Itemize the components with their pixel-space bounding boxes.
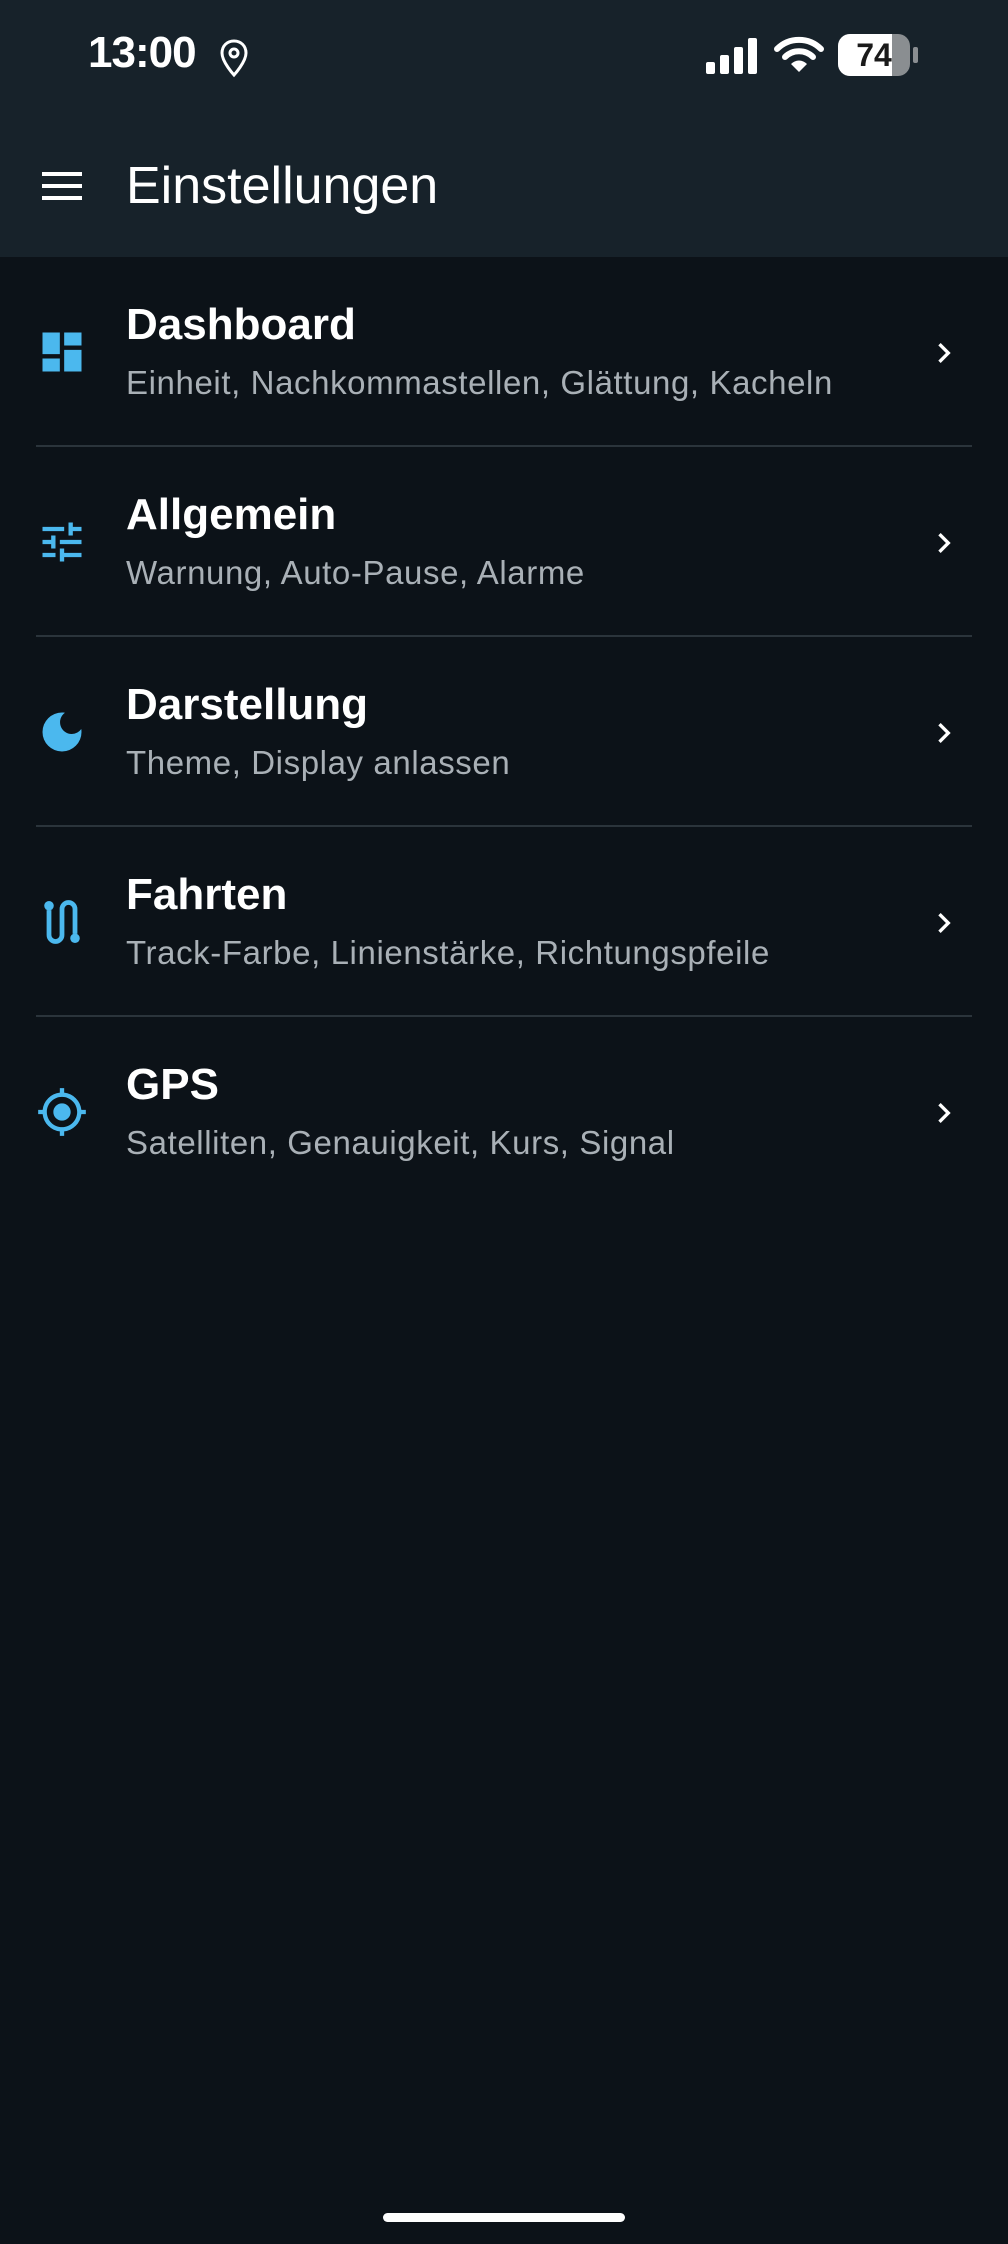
tune-sliders-icon — [42, 522, 82, 562]
settings-item-title: Allgemein — [126, 490, 337, 539]
cellular-signal-icon — [706, 38, 757, 74]
settings-item-dashboard[interactable]: Dashboard Einheit, Nachkommastellen, Glä… — [0, 257, 1008, 447]
battery-icon: 74 — [838, 34, 920, 76]
settings-item-fahrten[interactable]: Fahrten Track-Farbe, Linienstärke, Richt… — [0, 827, 1008, 1017]
home-indicator[interactable] — [383, 2213, 625, 2222]
settings-item-title: Dashboard — [126, 300, 356, 349]
settings-item-darstellung[interactable]: Darstellung Theme, Display anlassen — [0, 637, 1008, 827]
settings-list: Dashboard Einheit, Nachkommastellen, Glä… — [0, 257, 1008, 1207]
wifi-icon — [774, 36, 824, 72]
settings-item-subtitle: Warnung, Auto-Pause, Alarme — [126, 554, 585, 591]
battery-level: 74 — [856, 37, 892, 73]
status-bar: 13:00 74 — [0, 0, 1008, 114]
gps-fixed-icon — [38, 1088, 86, 1136]
page-title: Einstellungen — [126, 157, 439, 215]
status-time: 13:00 — [88, 28, 197, 77]
settings-item-subtitle: Satelliten, Genauigkeit, Kurs, Signal — [126, 1124, 675, 1161]
settings-item-title: GPS — [126, 1060, 219, 1109]
chevron-right-icon — [938, 1103, 951, 1123]
settings-item-gps[interactable]: GPS Satelliten, Genauigkeit, Kurs, Signa… — [0, 1017, 1008, 1207]
chevron-right-icon — [938, 533, 951, 553]
menu-icon[interactable] — [40, 166, 86, 206]
settings-item-subtitle: Einheit, Nachkommastellen, Glättung, Kac… — [126, 364, 833, 401]
settings-item-subtitle: Theme, Display anlassen — [126, 744, 511, 781]
chevron-right-icon — [938, 723, 951, 743]
settings-item-allgemein[interactable]: Allgemein Warnung, Auto-Pause, Alarme — [0, 447, 1008, 637]
moon-icon — [42, 712, 82, 752]
settings-item-subtitle: Track-Farbe, Linienstärke, Richtungspfei… — [126, 934, 770, 971]
dashboard-icon — [42, 332, 82, 372]
header-area: 13:00 74 Einstellungen — [0, 0, 1008, 257]
chevron-right-icon — [938, 343, 951, 363]
route-icon — [44, 900, 80, 944]
location-pin-icon — [220, 39, 248, 78]
settings-item-title: Darstellung — [126, 680, 369, 729]
settings-item-title: Fahrten — [126, 870, 288, 919]
chevron-right-icon — [938, 913, 951, 933]
